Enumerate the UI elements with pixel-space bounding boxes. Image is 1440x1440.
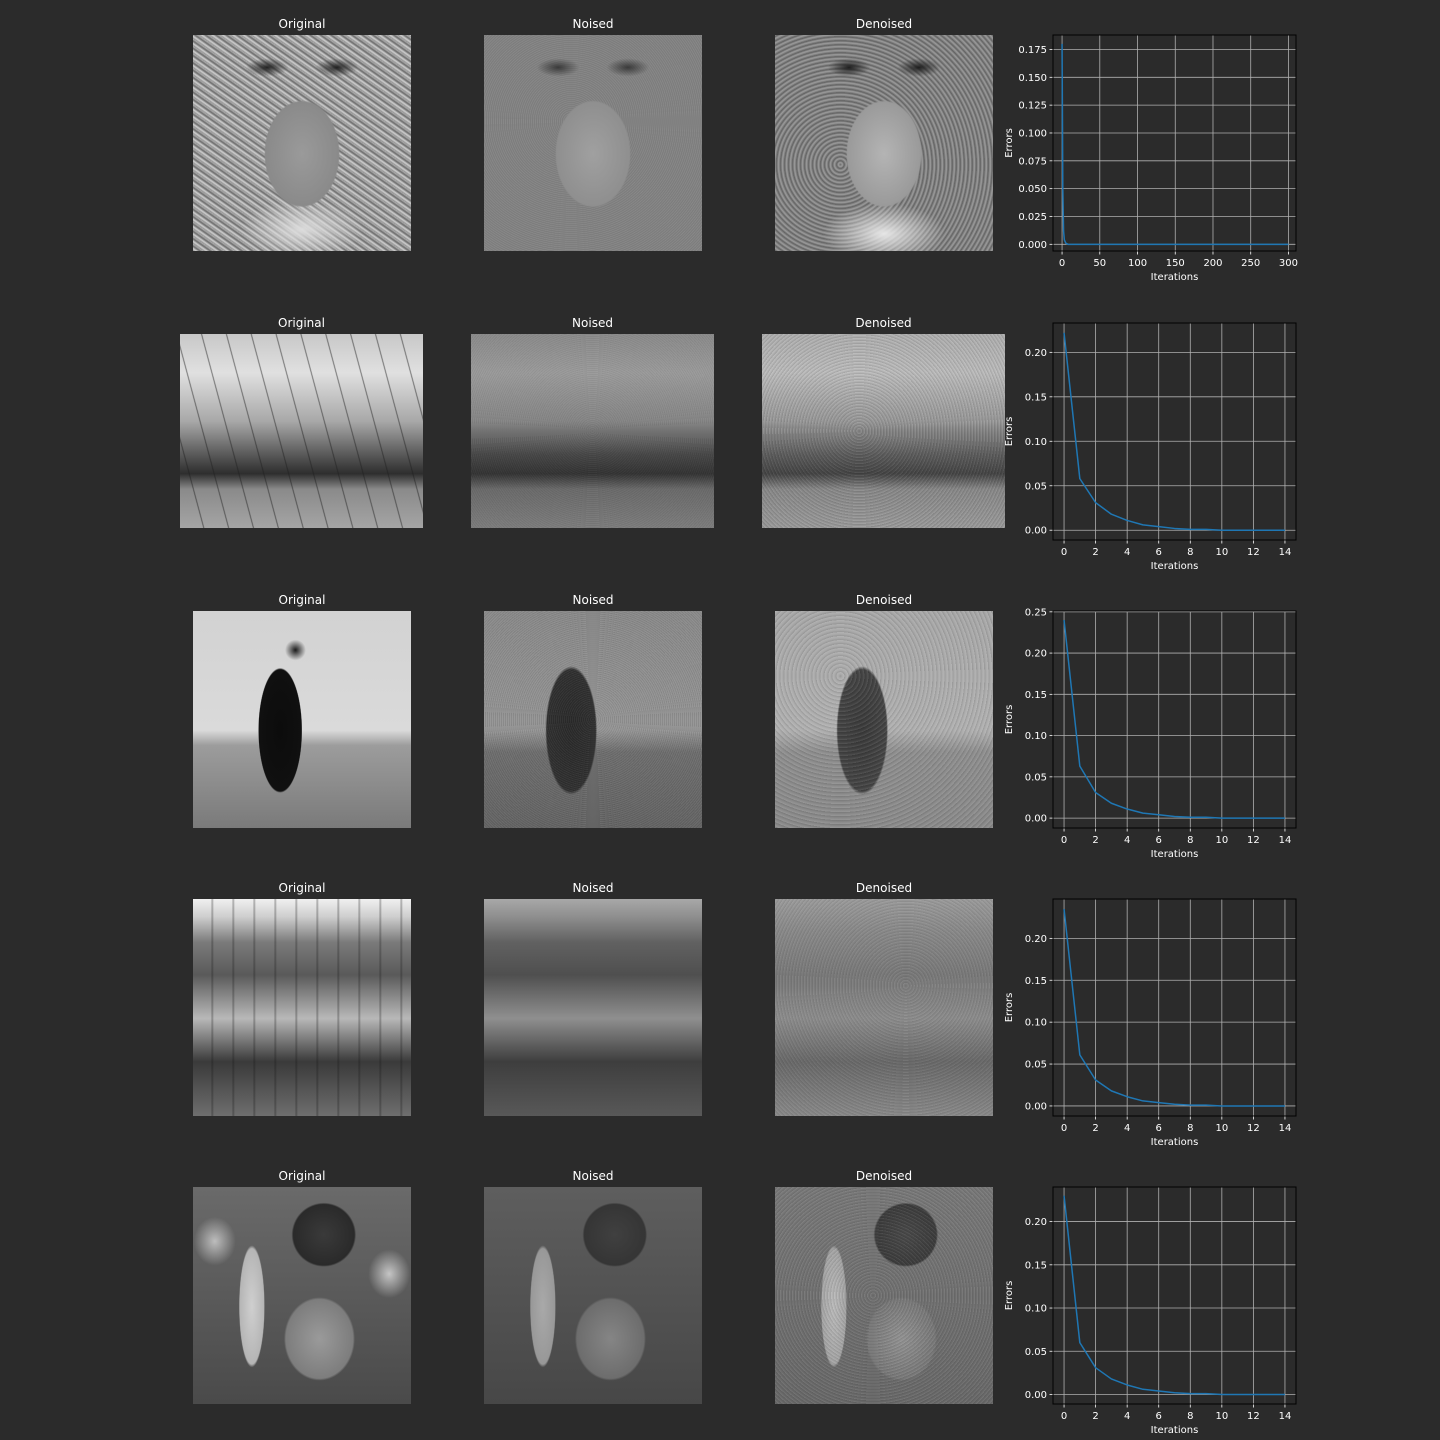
x-tick-label: 14 <box>1279 1411 1292 1422</box>
y-tick-label: 0.15 <box>1025 1260 1047 1271</box>
x-tick-label: 12 <box>1247 1411 1260 1422</box>
x-tick-label: 4 <box>1124 1411 1130 1422</box>
plot-area <box>1053 1187 1296 1404</box>
x-tick-label: 10 <box>1215 1411 1228 1422</box>
y-tick-label: 0.05 <box>1025 1347 1047 1358</box>
y-tick-label: 0.20 <box>1025 1217 1047 1228</box>
x-tick-label: 0 <box>1061 1411 1067 1422</box>
x-tick-label: 8 <box>1187 1411 1193 1422</box>
error-chart: 0 2 4 6 8 10 12 14 0.00 0.05 0.10 0.15 0.20 Iteration… <box>1004 1186 1297 1436</box>
x-tick-label: 6 <box>1156 1411 1162 1422</box>
x-tick-label: 2 <box>1092 1411 1098 1422</box>
x-axis-label: Iterations <box>1151 1425 1199 1436</box>
y-tick-label: 0.00 <box>1025 1390 1047 1401</box>
y-axis-label: Errors <box>1004 1281 1015 1311</box>
y-tick-label: 0.10 <box>1025 1304 1047 1315</box>
